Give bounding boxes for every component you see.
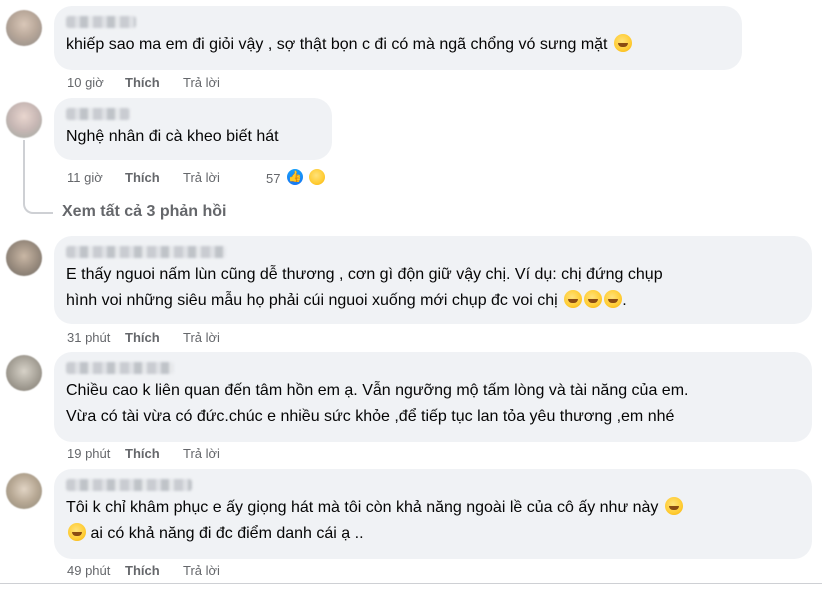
comment-timestamp[interactable]: 31 phút <box>67 330 125 345</box>
rofl-emoji <box>604 290 623 308</box>
comment-actions: 49 phút Thích Trả lời <box>67 563 220 578</box>
bottom-divider <box>0 583 822 584</box>
reply-link[interactable]: Trả lời <box>183 330 220 345</box>
like-link[interactable]: Thích <box>125 446 183 461</box>
reaction-count[interactable]: 57 <box>266 171 280 186</box>
comment-bubble: E thấy nguoi nấm lùn cũng dễ thương , cơ… <box>54 236 812 324</box>
comment-actions: 11 giờ Thích Trả lời <box>67 170 220 185</box>
comment-text-line: hình voi những siêu mẫu họ phải cúi nguo… <box>66 290 627 309</box>
comment-bubble: khiếp sao ma em đi giỏi vậy , sợ thật bọ… <box>54 6 742 70</box>
commenter-avatar[interactable] <box>6 355 42 391</box>
comment-text-line: Vừa có tài vừa có đức.chúc e nhiều sức k… <box>66 408 675 425</box>
commenter-avatar[interactable] <box>6 102 42 138</box>
comment-actions: 31 phút Thích Trả lời <box>67 330 220 345</box>
comment-bubble: Tôi k chỉ khâm phục e ấy giọng hát mà tô… <box>54 469 812 559</box>
comment-text: khiếp sao ma em đi giỏi vậy , sợ thật bọ… <box>66 32 730 58</box>
rofl-emoji <box>564 290 583 308</box>
commenter-avatar[interactable] <box>6 473 42 509</box>
rofl-emoji <box>584 290 603 308</box>
rofl-emoji <box>664 497 683 515</box>
view-all-replies-link[interactable]: Xem tất cả 3 phản hồi <box>62 203 226 221</box>
comment-text: Nghệ nhân đi cà kheo biết hát <box>66 128 279 145</box>
comment-timestamp[interactable]: 19 phút <box>67 446 125 461</box>
comment-actions: 10 giờ Thích Trả lời <box>67 75 220 90</box>
like-link[interactable]: Thích <box>125 330 183 345</box>
comment-text-line: Tôi k chỉ khâm phục e ấy giọng hát mà tô… <box>66 495 800 521</box>
reply-link[interactable]: Trả lời <box>183 563 220 578</box>
like-reaction-icon[interactable]: 👍 <box>285 167 305 187</box>
commenter-avatar[interactable] <box>6 10 42 46</box>
comment-text-line: ai có khả năng đi đc điểm danh cái ạ .. <box>66 521 800 547</box>
comment-timestamp[interactable]: 10 giờ <box>67 75 125 90</box>
comment-actions: 19 phút Thích Trả lời <box>67 446 220 461</box>
commenter-name-blurred[interactable] <box>66 16 136 28</box>
reply-link[interactable]: Trả lời <box>183 170 220 185</box>
reply-link[interactable]: Trả lời <box>183 75 220 90</box>
rofl-emoji <box>68 523 86 541</box>
comment-text-line: Chiều cao k liên quan đến tâm hồn em ạ. … <box>66 382 689 399</box>
commenter-name-blurred[interactable] <box>66 108 130 120</box>
commenter-name-blurred[interactable] <box>66 479 192 491</box>
reply-thread-line <box>23 140 53 214</box>
comment-timestamp[interactable]: 49 phút <box>67 563 125 578</box>
commenter-name-blurred[interactable] <box>66 362 174 374</box>
comment-text-line: E thấy nguoi nấm lùn cũng dễ thương , cơ… <box>66 266 663 283</box>
commenter-avatar[interactable] <box>6 240 42 276</box>
comment-bubble: Nghệ nhân đi cà kheo biết hát <box>54 98 332 160</box>
haha-reaction-icon[interactable] <box>307 167 327 187</box>
comment-timestamp[interactable]: 11 giờ <box>67 170 125 185</box>
like-link[interactable]: Thích <box>125 75 183 90</box>
reply-link[interactable]: Trả lời <box>183 446 220 461</box>
like-link[interactable]: Thích <box>125 170 183 185</box>
comment-bubble: Chiều cao k liên quan đến tâm hồn em ạ. … <box>54 352 812 442</box>
commenter-name-blurred[interactable] <box>66 246 226 258</box>
like-link[interactable]: Thích <box>125 563 183 578</box>
grinning-face-emoji <box>613 34 632 52</box>
